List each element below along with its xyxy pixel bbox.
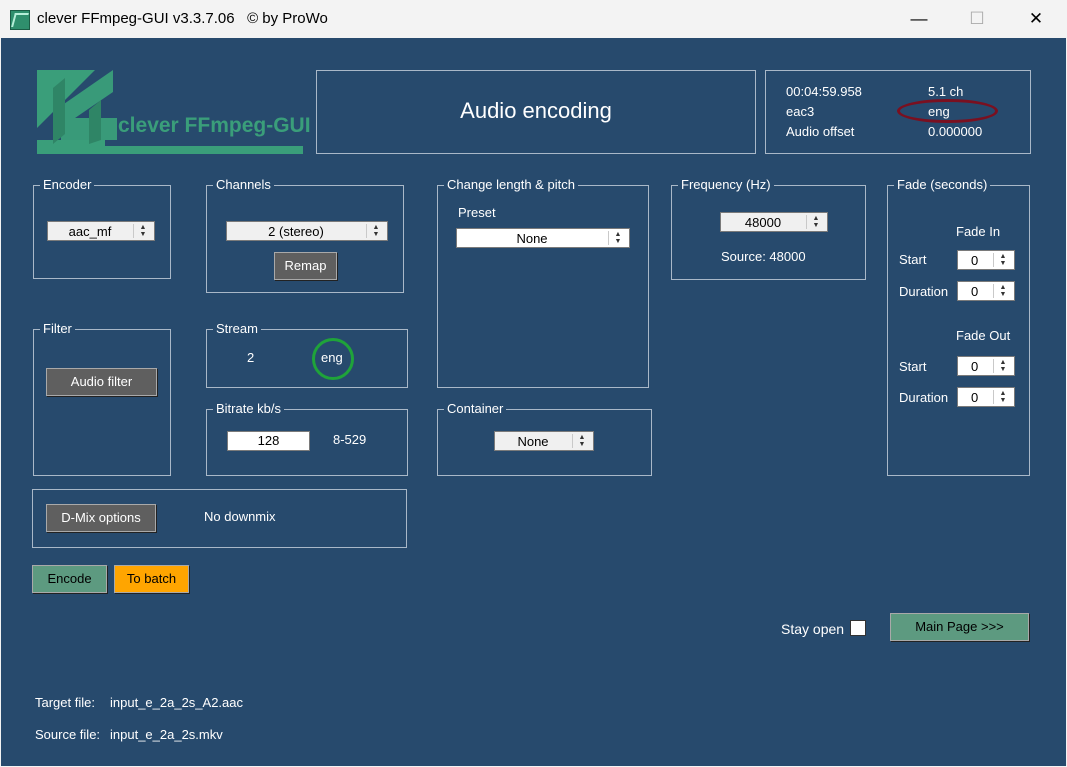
dmix-options-button[interactable]: D-Mix options — [46, 504, 156, 532]
spinner-arrows-icon[interactable]: ▲ ▼ — [993, 359, 1012, 373]
main-page-button[interactable]: Main Page >>> — [890, 613, 1029, 641]
container-value: None — [517, 434, 549, 449]
offset-value: 0.000000 — [928, 124, 983, 139]
encoder-label: Encoder — [40, 177, 95, 192]
stream-group: Stream 2 eng — [206, 321, 408, 388]
fade-in-duration-value: 0 — [971, 284, 979, 299]
preset-label: Preset — [458, 205, 496, 220]
fade-in-label: Fade In — [956, 224, 1001, 239]
fade-in-start-label: Start — [899, 252, 927, 267]
language-highlight-ellipse — [897, 99, 998, 123]
fade-out-duration-spinner[interactable]: 0 ▲ ▼ — [957, 387, 1015, 407]
minimize-button[interactable]: — — [890, 0, 948, 38]
fade-out-duration-label: Duration — [899, 390, 949, 405]
encoder-select[interactable]: aac_mf ▲ ▼ — [47, 221, 155, 241]
fade-out-start-spinner[interactable]: 0 ▲ ▼ — [957, 356, 1015, 376]
to-batch-button[interactable]: To batch — [114, 565, 189, 593]
target-file-value: input_e_2a_2s_A2.aac — [110, 695, 244, 710]
stream-label: Stream — [213, 321, 261, 336]
stay-open-checkbox[interactable] — [850, 620, 866, 636]
window-title: clever FFmpeg-GUI v3.3.7.06 © by ProWo — [37, 10, 328, 27]
channels-group: Channels 2 (stereo) ▲ ▼ Remap — [206, 177, 404, 293]
fade-out-start-label: Start — [899, 359, 927, 374]
app-icon — [10, 10, 30, 30]
encoder-group: Encoder aac_mf ▲ ▼ — [33, 177, 171, 279]
dmix-group: D-Mix options No downmix — [32, 489, 407, 548]
fade-out-duration-value: 0 — [971, 390, 979, 405]
channels-text: 5.1 ch — [928, 84, 964, 99]
fade-out-start-value: 0 — [971, 359, 979, 374]
spinner-arrows-icon[interactable]: ▲ ▼ — [993, 253, 1012, 267]
audio-info-panel: 00:04:59.958 5.1 ch eac3 eng Audio offse… — [765, 70, 1031, 154]
container-label: Container — [444, 401, 507, 416]
bitrate-input[interactable]: 128 — [227, 431, 310, 451]
channels-select[interactable]: 2 (stereo) ▲ ▼ — [226, 221, 388, 241]
container-group: Container None ▲ ▼ — [437, 401, 652, 476]
fade-in-duration-spinner[interactable]: 0 ▲ ▼ — [957, 281, 1015, 301]
filter-group: Filter Audio filter — [33, 321, 171, 476]
frequency-group: Frequency (Hz) 48000 ▲ ▼ Source: 48000 — [671, 177, 866, 280]
channels-label: Channels — [213, 177, 274, 192]
fade-in-duration-label: Duration — [899, 284, 949, 299]
stay-open-label: Stay open — [781, 621, 845, 637]
pitch-group: Change length & pitch Preset None ▲ ▼ — [437, 177, 649, 388]
spinner-arrows-icon[interactable]: ▲ ▼ — [806, 215, 825, 229]
app-logo: clever FFmpeg-GUI — [35, 70, 311, 156]
bitrate-group: Bitrate kb/s 128 8-529 — [206, 401, 408, 476]
source-file-value: input_e_2a_2s.mkv — [110, 727, 223, 742]
pitch-label: Change length & pitch — [444, 177, 578, 192]
stream-number: 2 — [247, 350, 255, 365]
preset-select[interactable]: None ▲ ▼ — [456, 228, 630, 248]
header-panel: Audio encoding — [316, 70, 756, 154]
preset-value: None — [516, 231, 548, 246]
maximize-button[interactable]: ☐ — [948, 0, 1006, 38]
fade-in-start-value: 0 — [971, 253, 979, 268]
target-file-label: Target file: — [35, 695, 95, 710]
bitrate-range: 8-529 — [333, 432, 367, 447]
encode-button[interactable]: Encode — [32, 565, 107, 593]
frequency-label: Frequency (Hz) — [678, 177, 774, 192]
channels-value: 2 (stereo) — [268, 224, 324, 239]
fade-label: Fade (seconds) — [894, 177, 991, 192]
remap-button[interactable]: Remap — [274, 252, 337, 280]
spinner-arrows-icon[interactable]: ▲ ▼ — [608, 231, 627, 245]
bitrate-label: Bitrate kb/s — [213, 401, 285, 416]
fade-group: Fade (seconds) Fade In Start 0 ▲ ▼ Durati… — [887, 177, 1030, 476]
source-file-label: Source file: — [35, 727, 101, 742]
close-button[interactable]: ✕ — [1007, 0, 1065, 38]
logo-text: clever FFmpeg-GUI — [118, 114, 311, 137]
frequency-value: 48000 — [744, 215, 782, 230]
frequency-select[interactable]: 48000 ▲ ▼ — [720, 212, 828, 232]
title-bar: clever FFmpeg-GUI v3.3.7.06 © by ProWo —… — [0, 0, 1067, 38]
audio-filter-button[interactable]: Audio filter — [46, 368, 157, 396]
fade-out-label: Fade Out — [956, 328, 1011, 343]
spinner-arrows-icon[interactable]: ▲ ▼ — [366, 224, 385, 238]
spinner-arrows-icon[interactable]: ▲ ▼ — [993, 390, 1012, 404]
spinner-arrows-icon[interactable]: ▲ ▼ — [572, 434, 591, 448]
dmix-status: No downmix — [204, 509, 276, 524]
spinner-arrows-icon[interactable]: ▲ ▼ — [133, 224, 152, 238]
codec-text: eac3 — [786, 104, 815, 119]
page-title: Audio encoding — [460, 98, 612, 123]
offset-label: Audio offset — [786, 124, 855, 139]
logo-icon — [37, 70, 303, 154]
frequency-source: Source: 48000 — [721, 249, 806, 264]
container-select[interactable]: None ▲ ▼ — [494, 431, 594, 451]
fade-in-start-spinner[interactable]: 0 ▲ ▼ — [957, 250, 1015, 270]
encoder-value: aac_mf — [68, 224, 112, 239]
spinner-arrows-icon[interactable]: ▲ ▼ — [993, 284, 1012, 298]
filter-label: Filter — [40, 321, 75, 336]
language-highlight-circle — [312, 338, 354, 380]
duration-text: 00:04:59.958 — [786, 84, 862, 99]
